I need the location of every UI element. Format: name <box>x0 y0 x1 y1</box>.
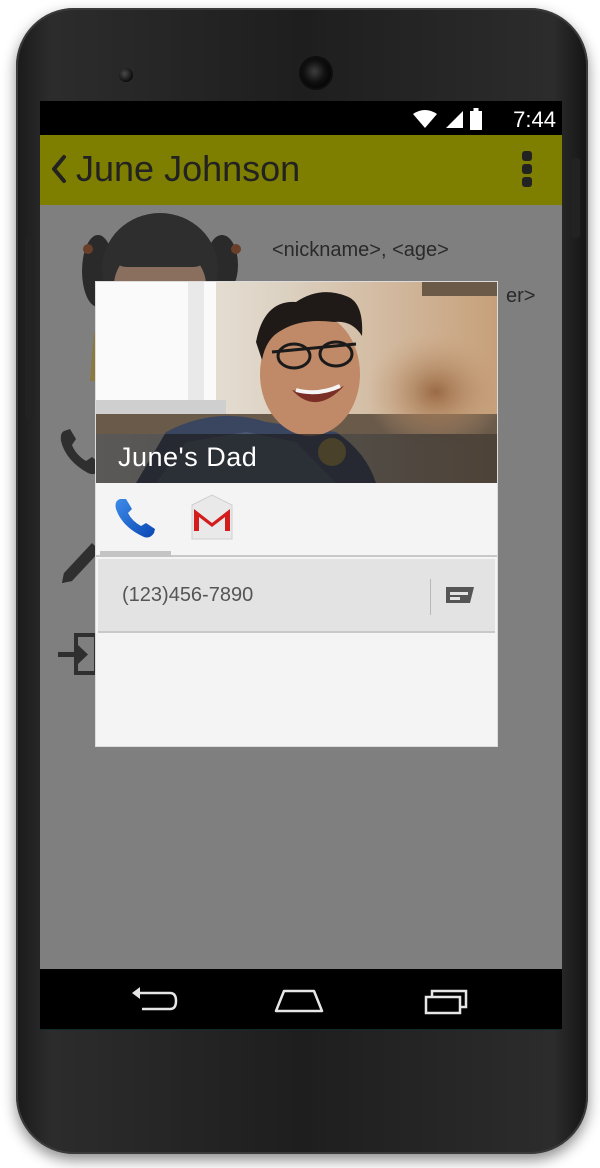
nickname-age: <nickname>, <age> <box>272 239 449 261</box>
tab-email[interactable] <box>176 483 250 555</box>
power-button <box>571 158 580 238</box>
recents-icon[interactable] <box>422 985 472 1015</box>
clock: 7:44 <box>513 107 556 132</box>
sensor <box>119 68 133 82</box>
phone-number: (123)456-7890 <box>122 584 254 606</box>
gmail-icon <box>191 494 233 540</box>
divider <box>430 579 431 615</box>
phone-icon <box>115 499 155 538</box>
wifi-icon <box>413 110 437 128</box>
back-icon[interactable] <box>130 985 178 1015</box>
home-icon[interactable] <box>274 985 324 1015</box>
contact-name-banner: June's Dad <box>96 434 497 483</box>
phone-number-row[interactable]: (123)456-7890 <box>98 559 495 633</box>
chevron-left-icon[interactable] <box>46 147 70 191</box>
quick-contact-dialog: June's Dad (123)456-7890 <box>96 282 497 746</box>
volume-button <box>25 238 34 418</box>
overflow-menu-icon[interactable] <box>520 151 534 187</box>
message-icon[interactable] <box>444 585 476 609</box>
front-camera <box>301 58 331 88</box>
contact-method-tabs <box>96 483 497 557</box>
battery-icon <box>470 108 482 130</box>
home-indicator <box>40 1029 562 1030</box>
selected-tab-indicator <box>100 551 171 557</box>
navigation-bar <box>40 969 562 1029</box>
contact-name: June's Dad <box>118 442 258 472</box>
app-bar: June Johnson <box>40 135 562 205</box>
tab-phone[interactable] <box>100 483 174 555</box>
sign-in-icon[interactable] <box>56 631 100 677</box>
status-bar: 7:44 <box>40 101 562 135</box>
contact-subtitle: er> <box>506 285 536 307</box>
signal-icon <box>446 111 463 128</box>
page-title: June Johnson <box>76 148 301 189</box>
